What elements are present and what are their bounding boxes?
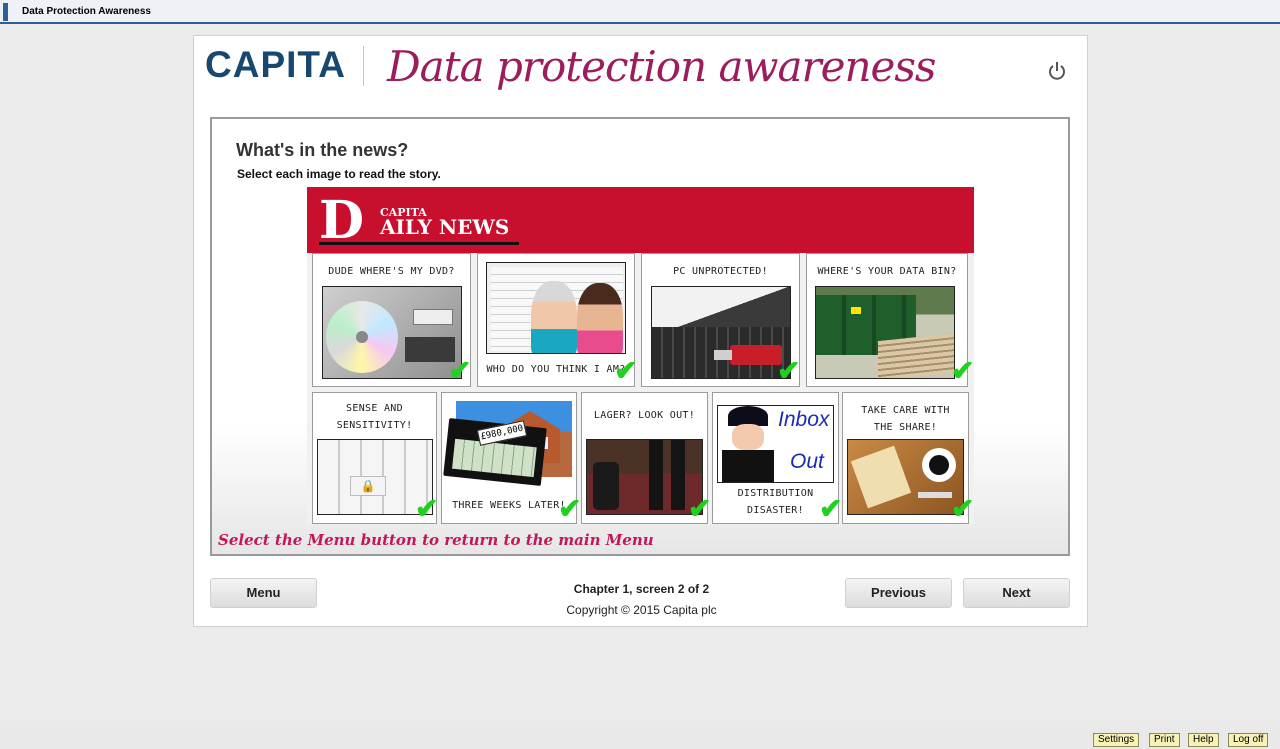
police-image: Inbox Out — [717, 405, 834, 483]
check-icon: ✔ — [614, 355, 638, 386]
coffee — [929, 455, 949, 475]
disc-hole — [356, 331, 368, 343]
paper-pile — [878, 332, 954, 378]
course-title: Data protection awareness — [387, 42, 936, 91]
masthead-d: D — [319, 190, 365, 251]
sign-out: Out — [790, 450, 824, 473]
story-caption: WHERE'S YOUR DATA BIN? — [817, 266, 957, 277]
story-caption: DUDE WHERE'S MY DVD? — [328, 266, 455, 277]
story-caption: PC UNPROTECTED! — [673, 266, 768, 277]
power-icon[interactable] — [1046, 60, 1068, 82]
desk-image — [847, 439, 964, 515]
story-distribution[interactable]: Inbox Out DISTRIBUTION DISASTER! ✔ — [712, 392, 843, 524]
stage: CAPITA Data protection awareness What's … — [0, 24, 1280, 727]
woman-right — [577, 283, 623, 353]
story-lager[interactable]: LAGER? LOOK OUT! ✔ — [581, 392, 712, 524]
check-icon: ✔ — [951, 493, 975, 524]
logoff-button[interactable]: Log off — [1228, 733, 1269, 747]
folder-shape — [850, 445, 912, 509]
laptop-image — [651, 286, 791, 379]
keys-shape — [918, 492, 952, 498]
copyright: Copyright © 2015 Capita plc — [566, 603, 717, 617]
check-icon: ✔ — [777, 355, 801, 386]
bag-shape — [593, 462, 619, 510]
sign-inbox: Inbox — [778, 408, 830, 431]
progress-indicator: Chapter 1, screen 2 of 2 — [573, 582, 710, 596]
menu-button[interactable]: Menu — [210, 578, 317, 608]
room-window — [413, 309, 453, 325]
check-icon: ✔ — [688, 493, 712, 524]
course-panel: CAPITA Data protection awareness What's … — [193, 35, 1088, 627]
next-button[interactable]: Next — [963, 578, 1070, 608]
story-identity[interactable]: WHO DO YOU THINK I AM? ✔ — [477, 253, 638, 387]
leg-right — [671, 440, 685, 510]
settings-button[interactable]: Settings — [1093, 733, 1140, 747]
officer-face — [732, 424, 764, 450]
masthead-underline — [319, 242, 519, 245]
logo-divider — [363, 46, 364, 86]
bottom-bar: Settings Print Help Log off — [0, 727, 1280, 749]
data-bin-image — [815, 286, 955, 379]
dvd-image — [322, 286, 462, 379]
check-icon: ✔ — [819, 493, 843, 524]
page-instruction: Select each image to read the story. — [237, 167, 441, 181]
content-frame: What's in the news? Select each image to… — [210, 117, 1070, 556]
capita-logo: CAPITA — [205, 44, 346, 85]
window-titlebar: Data Protection Awareness — [0, 0, 1280, 24]
page-heading: What's in the news? — [236, 140, 409, 160]
story-caption: SENSE AND SENSITIVITY! — [336, 403, 413, 431]
story-share[interactable]: TAKE CARE WITH THE SHARE! ✔ — [842, 392, 974, 524]
leg-left — [649, 440, 663, 510]
story-caption: TAKE CARE WITH THE SHARE! — [861, 405, 950, 433]
masthead-daily-news: AILY NEWS — [380, 215, 510, 239]
cash-bundles — [452, 438, 537, 478]
story-dvd[interactable]: DUDE WHERE'S MY DVD? ✔ — [312, 253, 471, 387]
check-icon: ✔ — [448, 355, 472, 386]
identity-image — [486, 262, 626, 354]
bar-image — [586, 439, 703, 515]
story-caption: LAGER? LOOK OUT! — [593, 410, 696, 421]
story-caption: THREE WEEKS LATER! — [452, 500, 566, 511]
lock-icon: 🔒 — [350, 476, 386, 496]
officer-body — [722, 450, 774, 482]
newspaper-masthead: D CAPITA AILY NEWS — [307, 187, 974, 253]
titlebar-accent — [3, 3, 8, 21]
story-data-bin[interactable]: WHERE'S YOUR DATA BIN? ✔ — [806, 253, 974, 387]
print-button[interactable]: Print — [1149, 733, 1180, 747]
usb-connector — [714, 350, 732, 360]
usb-stick — [730, 345, 782, 365]
police-hat — [728, 406, 768, 426]
story-three-weeks[interactable]: £980,000 THREE WEEKS LATER! ✔ — [441, 392, 581, 524]
story-pc[interactable]: PC UNPROTECTED! ✔ — [641, 253, 800, 387]
story-sensitivity[interactable]: SENSE AND SENSITIVITY! 🔒 ✔ — [312, 392, 439, 524]
newspaper: D CAPITA AILY NEWS DUDE WHERE'S MY DVD? … — [307, 187, 974, 524]
menu-hint: Select the Menu button to return to the … — [218, 531, 654, 549]
window-title: Data Protection Awareness — [22, 6, 151, 17]
previous-button[interactable]: Previous — [845, 578, 952, 608]
check-icon: ✔ — [951, 355, 975, 386]
check-icon: ✔ — [558, 493, 582, 524]
help-button[interactable]: Help — [1188, 733, 1219, 747]
bin-label — [851, 307, 861, 314]
check-icon: ✔ — [415, 493, 439, 524]
woman-left — [531, 281, 577, 353]
story-caption: WHO DO YOU THINK I AM? — [486, 364, 626, 375]
